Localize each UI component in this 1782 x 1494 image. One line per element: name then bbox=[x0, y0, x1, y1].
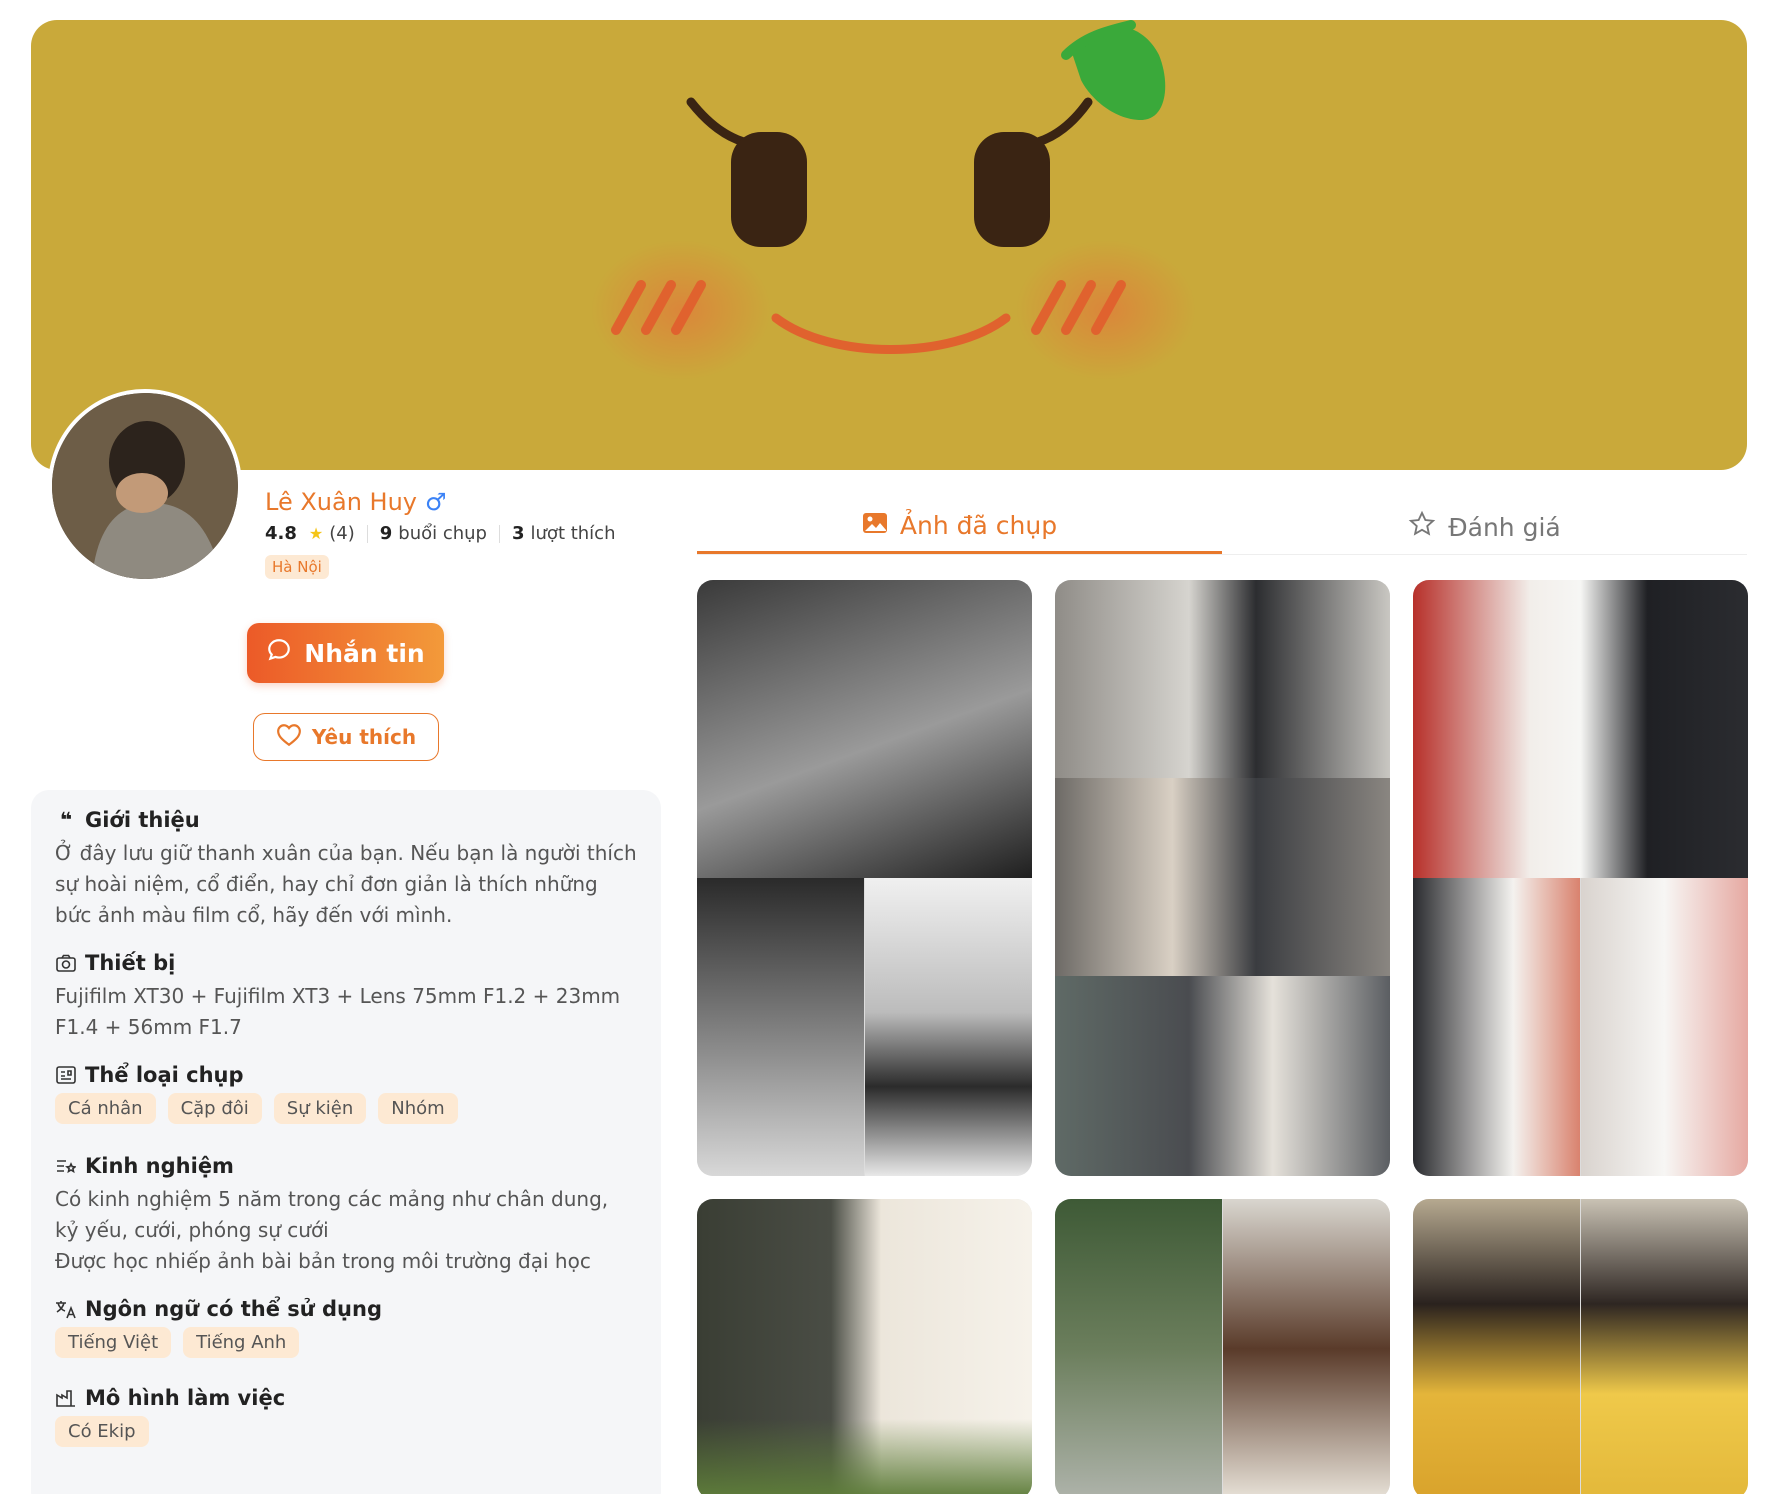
genre-tags: Cá nhân Cặp đôi Sự kiện Nhóm bbox=[55, 1093, 637, 1124]
experience-section: Kinh nghiệm Có kinh nghiệm 5 năm trong c… bbox=[55, 1154, 637, 1277]
tab-reviews-label: Đánh giá bbox=[1448, 512, 1561, 542]
intro-text: Ở đây lưu giữ thanh xuân của bạn. Nếu bạ… bbox=[55, 841, 637, 927]
cover-banner bbox=[31, 20, 1747, 470]
photo-thumbnail bbox=[1413, 878, 1580, 1176]
language-tags: Tiếng Việt Tiếng Anh bbox=[55, 1327, 637, 1358]
language-tag: Tiếng Việt bbox=[55, 1327, 172, 1358]
profile-name: Lê Xuân Huy bbox=[265, 488, 418, 516]
photo-thumbnail bbox=[1413, 580, 1748, 878]
equipment-text: Fujifilm XT30 + Fujifilm XT3 + Lens 75mm… bbox=[55, 984, 621, 1039]
photo-album-card[interactable] bbox=[1413, 580, 1748, 1176]
language-tag: Tiếng Anh bbox=[183, 1327, 300, 1358]
orange-face-illustration bbox=[591, 20, 1196, 380]
intro-section: ❝ Giới thiệu Ở đây lưu giữ thanh xuân của… bbox=[55, 808, 637, 931]
photo-album-card[interactable] bbox=[1413, 1199, 1748, 1494]
photo-thumbnail bbox=[1055, 580, 1390, 778]
photo-thumbnail bbox=[1581, 1199, 1748, 1494]
rating-count: (4) bbox=[329, 523, 355, 544]
camera-icon bbox=[55, 952, 77, 974]
divider bbox=[498, 524, 500, 543]
photo-album-card[interactable] bbox=[697, 1199, 1032, 1494]
quote-icon: ❝ bbox=[59, 808, 73, 832]
photo-thumbnail bbox=[697, 878, 864, 1176]
photo-album-card[interactable] bbox=[1055, 1199, 1390, 1494]
genre-tag: Nhóm bbox=[378, 1093, 458, 1124]
equipment-section: Thiết bị Fujifilm XT30 + Fujifilm XT3 + … bbox=[55, 951, 637, 1043]
avatar-photo bbox=[52, 393, 238, 579]
genre-section: Thể loại chụp Cá nhân Cặp đôi Sự kiện Nh… bbox=[55, 1063, 637, 1124]
genre-tag: Sự kiện bbox=[273, 1093, 367, 1124]
photo-album-card[interactable] bbox=[697, 580, 1032, 1176]
photo-gallery bbox=[697, 580, 1748, 1494]
genre-title: Thể loại chụp bbox=[85, 1063, 244, 1087]
list-star-icon bbox=[55, 1155, 77, 1177]
photo-thumbnail bbox=[1055, 976, 1390, 1176]
factory-icon bbox=[55, 1387, 77, 1409]
photo-thumbnail bbox=[1223, 1199, 1390, 1494]
favorite-label: Yêu thích bbox=[311, 725, 417, 749]
region-badge: Hà Nội bbox=[265, 555, 329, 579]
image-icon bbox=[862, 511, 888, 541]
photo-album-card[interactable] bbox=[1055, 580, 1390, 1176]
photo-thumbnail bbox=[865, 878, 1032, 1176]
heart-icon bbox=[276, 723, 302, 752]
avatar[interactable] bbox=[48, 389, 242, 583]
equipment-title: Thiết bị bbox=[85, 951, 176, 975]
genre-tag: Cá nhân bbox=[55, 1093, 156, 1124]
chat-bubble-icon bbox=[266, 637, 292, 669]
male-icon: ♂ bbox=[425, 488, 447, 516]
star-icon: ★ bbox=[308, 524, 324, 543]
genre-tag: Cặp đôi bbox=[167, 1093, 262, 1124]
photo-thumbnail bbox=[1055, 1199, 1222, 1494]
tab-photos-label: Ảnh đã chụp bbox=[899, 511, 1058, 540]
rating-value: 4.8 bbox=[265, 523, 297, 544]
photo-thumbnail bbox=[1581, 878, 1748, 1176]
sessions-label: buổi chụp bbox=[398, 523, 487, 544]
tab-reviews[interactable]: Đánh giá bbox=[1222, 500, 1747, 554]
profile-stats: 4.8 ★ (4) 9 buổi chụp 3 lượt thích bbox=[265, 523, 616, 544]
photo-thumbnail bbox=[697, 580, 1032, 878]
likes-label: lượt thích bbox=[530, 523, 616, 544]
photo-thumbnail bbox=[697, 1419, 1032, 1494]
workmodel-tag: Có Ekip bbox=[55, 1416, 149, 1447]
experience-text: Có kinh nghiệm 5 năm trong các mảng như … bbox=[55, 1187, 609, 1273]
workmodel-tags: Có Ekip bbox=[55, 1416, 637, 1447]
tab-photos[interactable]: Ảnh đã chụp bbox=[697, 500, 1222, 554]
profile-tabs: Ảnh đã chụp Đánh giá bbox=[697, 500, 1747, 555]
language-section: Ngôn ngữ có thể sử dụng Tiếng Việt Tiếng… bbox=[55, 1297, 637, 1358]
photo-thumbnail bbox=[1413, 1199, 1580, 1494]
translate-icon bbox=[55, 1298, 77, 1320]
message-button[interactable]: Nhắn tin bbox=[247, 623, 444, 683]
category-icon bbox=[55, 1064, 77, 1086]
sessions-count: 9 bbox=[379, 523, 393, 544]
profile-name-row: Lê Xuân Huy ♂ bbox=[265, 488, 447, 516]
experience-title: Kinh nghiệm bbox=[85, 1154, 234, 1178]
language-title: Ngôn ngữ có thể sử dụng bbox=[85, 1297, 382, 1321]
favorite-button[interactable]: Yêu thích bbox=[253, 713, 439, 761]
divider bbox=[366, 524, 368, 543]
workmodel-title: Mô hình làm việc bbox=[85, 1386, 286, 1410]
star-outline-icon bbox=[1408, 510, 1436, 544]
workmodel-section: Mô hình làm việc Có Ekip bbox=[55, 1386, 637, 1447]
photo-thumbnail bbox=[1055, 778, 1390, 976]
likes-count: 3 bbox=[511, 523, 525, 544]
message-label: Nhắn tin bbox=[304, 638, 425, 668]
info-panel: ❝ Giới thiệu Ở đây lưu giữ thanh xuân của… bbox=[31, 790, 661, 1494]
intro-title: Giới thiệu bbox=[85, 808, 200, 832]
